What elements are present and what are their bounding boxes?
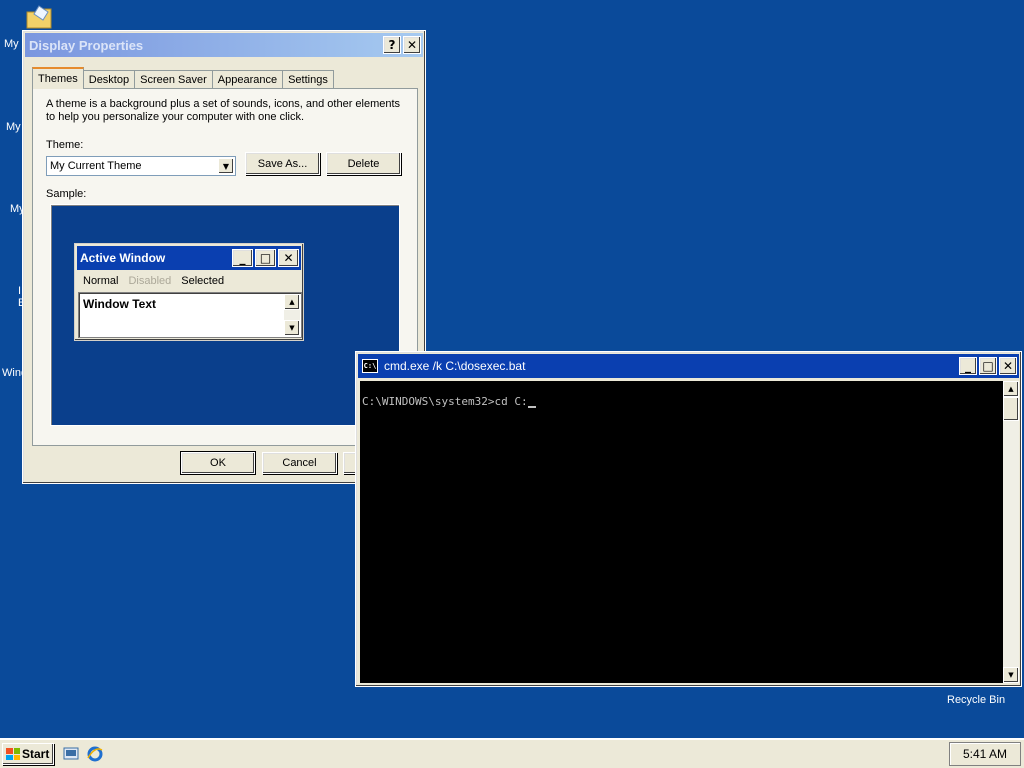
console-scrollbar[interactable]: ▲ ▼ [1003, 381, 1019, 683]
tab-appearance[interactable]: Appearance [211, 70, 284, 89]
sample-scrollbar: ▲ ▼ [284, 294, 300, 336]
show-desktop-icon[interactable] [62, 745, 80, 763]
help-button[interactable]: ? [383, 36, 401, 54]
sample-menu-normal: Normal [83, 275, 119, 287]
minimize-button[interactable]: _ [959, 357, 977, 375]
tab-settings[interactable]: Settings [282, 70, 334, 89]
cmd-window-title: cmd.exe /k C:\dosexec.bat [384, 359, 526, 373]
desktop-icon-label[interactable]: My [4, 38, 19, 50]
scroll-up-icon: ▲ [284, 294, 300, 310]
description-line-2: to help you personalize your computer wi… [46, 111, 305, 123]
my-documents-folder-icon[interactable] [24, 2, 54, 32]
tab-themes[interactable]: Themes [32, 67, 84, 89]
taskbar: Start 5:41 AM [0, 738, 1024, 768]
cmd-window: C:\ cmd.exe /k C:\dosexec.bat _ □ ✕ C:\W… [355, 351, 1022, 687]
close-button[interactable]: ✕ [999, 357, 1017, 375]
desktop-icon-label[interactable]: My [6, 121, 21, 133]
start-button[interactable]: Start [2, 743, 54, 765]
save-as-button[interactable]: Save As... [245, 152, 320, 175]
description-line-1: A theme is a background plus a set of so… [46, 98, 401, 110]
scroll-down-button[interactable]: ▼ [1003, 667, 1019, 683]
tab-screen-saver[interactable]: Screen Saver [134, 70, 213, 89]
text-cursor [527, 398, 536, 408]
tab-strip: Themes Desktop Screen Saver Appearance S… [32, 67, 334, 89]
maximize-icon: □ [255, 249, 276, 267]
ok-button[interactable]: OK [180, 451, 256, 475]
sample-menu-selected: Selected [181, 275, 225, 287]
scroll-thumb[interactable] [1003, 397, 1019, 421]
sample-menu-disabled: Disabled [128, 275, 172, 287]
desktop-icon-label[interactable]: I [18, 285, 21, 297]
tab-desktop[interactable]: Desktop [82, 70, 136, 89]
sample-menu: Normal Disabled Selected [83, 275, 224, 287]
cancel-button[interactable]: Cancel [262, 452, 337, 474]
sample-window-title: Active Window [80, 251, 166, 265]
chevron-down-icon[interactable]: ▼ [218, 158, 234, 174]
sample-window-text: Window Text [83, 297, 156, 311]
theme-dropdown[interactable]: My Current Theme ▼ [46, 156, 236, 176]
close-icon: ✕ [278, 249, 299, 267]
system-tray-clock[interactable]: 5:41 AM [949, 742, 1021, 766]
windows-logo-icon [6, 748, 20, 760]
console-output[interactable]: C:\WINDOWS\system32>cd C: [360, 381, 1003, 683]
clock-text: 5:41 AM [962, 747, 1008, 761]
console-icon[interactable]: C:\ [362, 359, 378, 373]
scroll-up-button[interactable]: ▲ [1003, 381, 1019, 397]
sample-label: Sample: [46, 188, 87, 200]
theme-sample-preview: Active Window _ □ ✕ Normal Disabled Sele… [50, 204, 400, 426]
maximize-button[interactable]: □ [979, 357, 997, 375]
sample-active-window: Active Window _ □ ✕ Normal Disabled Sele… [74, 243, 304, 341]
theme-dropdown-value: My Current Theme [50, 160, 142, 172]
start-label: Start [22, 747, 50, 761]
scroll-down-icon: ▼ [284, 320, 300, 336]
display-properties-titlebar[interactable]: Display Properties ? ✕ [25, 33, 423, 57]
sample-text-area: Window Text ▲ ▼ [78, 292, 302, 338]
console-prompt: C:\WINDOWS\system32>cd C: [362, 395, 528, 408]
sample-titlebar: Active Window _ □ ✕ [77, 246, 301, 270]
minimize-icon: _ [232, 249, 253, 267]
recycle-bin-label[interactable]: Recycle Bin [947, 694, 1005, 706]
delete-button[interactable]: Delete [326, 152, 401, 175]
cmd-titlebar[interactable]: C:\ cmd.exe /k C:\dosexec.bat _ □ ✕ [358, 354, 1019, 378]
theme-label: Theme: [46, 139, 84, 151]
close-button[interactable]: ✕ [403, 36, 421, 54]
window-title: Display Properties [29, 37, 144, 53]
internet-explorer-icon[interactable] [86, 745, 104, 763]
